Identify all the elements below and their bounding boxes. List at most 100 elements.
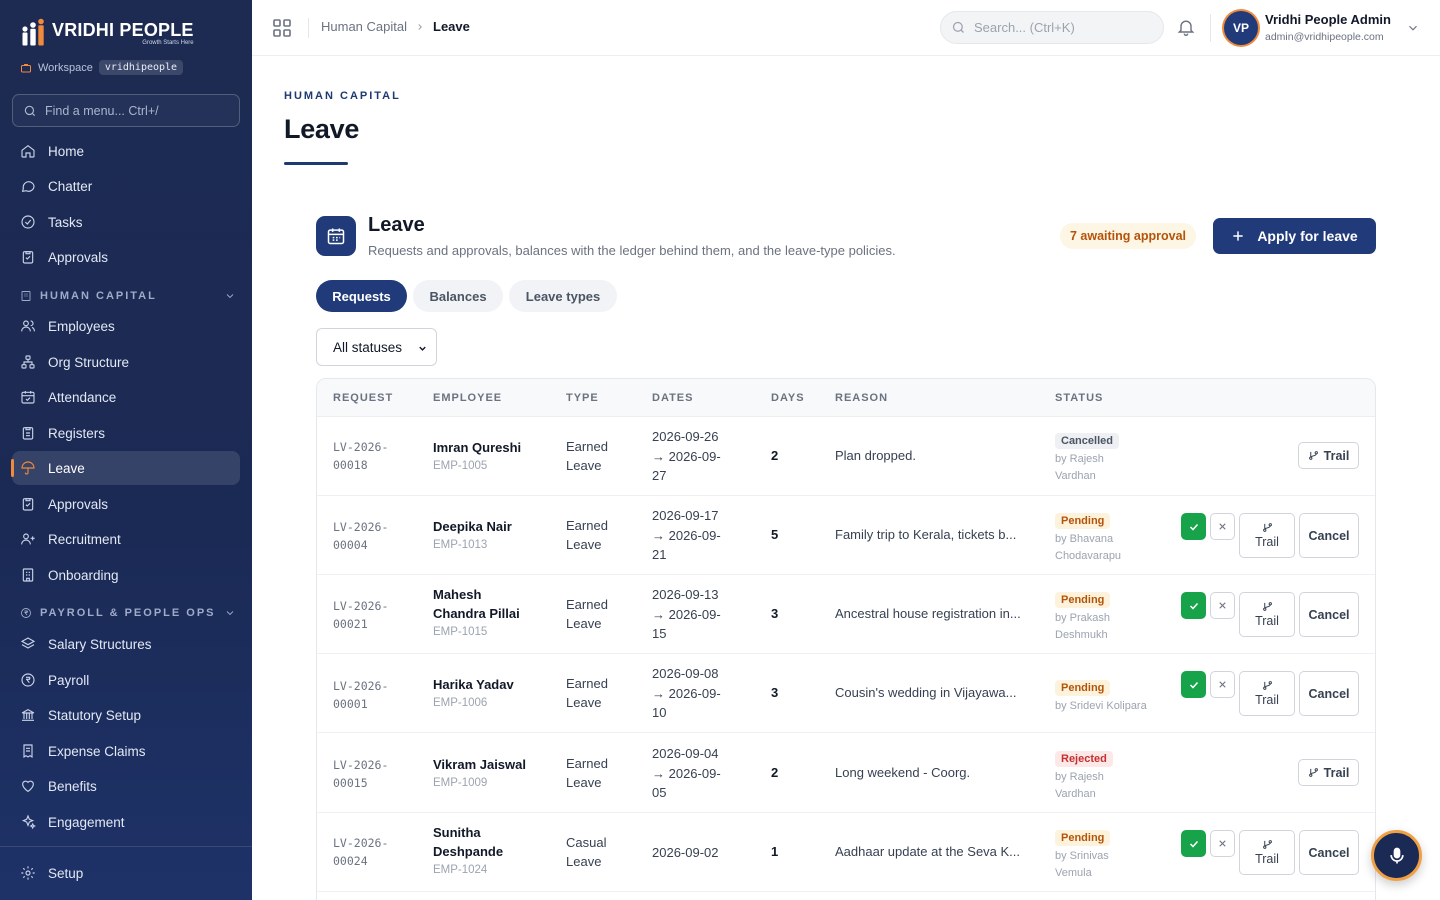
workspace-chip[interactable]: vridhipeople [98,60,184,75]
reject-button[interactable] [1210,830,1235,857]
trail-button[interactable]: Trail [1298,759,1359,786]
sidebar-item-employees[interactable]: Employees [12,309,240,343]
approve-button[interactable] [1181,592,1206,619]
sidebar-item-approvals[interactable]: Approvals [12,240,240,274]
sidebar-item-tasks[interactable]: Tasks [12,205,240,239]
col-employee: EMPLOYEE [433,392,503,404]
trail-button[interactable]: Trail [1239,592,1295,637]
sidebar-item-home[interactable]: Home [12,134,240,168]
avatar[interactable]: VP [1224,11,1258,45]
status-cell: Cancelled by Rajesh Vardhan [1055,431,1165,485]
section-payroll[interactable]: PAYROLL & PEOPLE OPS [20,607,236,619]
sidebar-item-attendance[interactable]: Attendance [12,380,240,414]
table-row[interactable]: LV-2026- 00018 Imran Qureshi EMP-1005 Earn… [317,417,1375,496]
request-id-part: LV-2026- [333,836,389,850]
tab-balances[interactable]: Balances [413,280,503,312]
sidebar-item-org-structure[interactable]: Org Structure [12,345,240,379]
approver: by Rajesh Vardhan [1055,451,1165,485]
sidebar-item-registers[interactable]: Registers [12,416,240,450]
sidebar-item-recruitment[interactable]: Recruitment [12,522,240,556]
trail-button[interactable]: Trail [1239,671,1295,716]
table-row[interactable]: LV-2026- 00024 Sunitha Deshpande EMP-1024 … [317,813,1375,892]
clipboard-icon [22,251,34,264]
approve-button[interactable] [1181,513,1206,540]
reason-text: Plan dropped. [835,448,916,463]
check-icon [1189,523,1198,531]
sidebar-item-leave[interactable]: Leave [11,451,240,485]
sidebar-item-salary-structures[interactable]: Salary Structures [12,627,240,661]
section-label: HUMAN CAPITAL [40,290,157,302]
users-icon [21,320,35,332]
request-id: LV-2026- 00018 [333,438,413,474]
col-request: REQUEST [333,392,394,404]
building-icon [21,291,31,301]
git-branch-icon [1262,602,1272,611]
sidebar-item-onboarding[interactable]: Onboarding [12,558,240,592]
reject-button[interactable] [1210,513,1235,540]
sidebar-item-expense-claims[interactable]: Expense Claims [12,734,240,768]
breadcrumb-human-capital[interactable]: Human Capital [321,19,407,34]
approver-line: Vardhan [1055,788,1096,800]
trail-button[interactable]: Trail [1239,830,1295,875]
approver-line: Vemula [1055,867,1092,879]
close-icon [1219,681,1226,688]
date-line: 2026-09-13 [652,587,719,602]
table-row[interactable]: LV-2026- 00015 Vikram Jaiswal EMP-1009 Ear… [317,734,1375,813]
sidebar-item-engagement[interactable]: Engagement [12,805,240,839]
tab-requests[interactable]: Requests [316,280,407,312]
reject-button[interactable] [1210,592,1235,619]
chevron-right-icon [418,23,422,30]
section-human-capital[interactable]: HUMAN CAPITAL [20,290,236,302]
request-id-part: 00024 [333,854,368,868]
sidebar-item-setup[interactable]: Setup [12,856,240,890]
sidebar-item-approvals-hc[interactable]: Approvals [12,487,240,521]
apps-grid-icon[interactable] [272,18,292,38]
cancel-button[interactable]: Cancel [1299,513,1359,558]
chevron-down-icon[interactable] [1406,21,1420,35]
date-line: 2026-09-17 [652,508,719,523]
cancel-button[interactable]: Cancel [1299,671,1359,716]
employee-name: Harika Yadav [433,677,514,692]
tab-leave-types[interactable]: Leave types [509,280,617,312]
sidebar-item-benefits[interactable]: Benefits [12,769,240,803]
status-cell: Pending by Sridevi Kolipara [1055,678,1165,715]
days-count: 3 [771,685,779,700]
reject-button[interactable] [1210,671,1235,698]
table-row[interactable]: LV-2026- 00004 Deepika Nair EMP-1013 Earne… [317,496,1375,575]
brand-tagline: Growth Starts Here [142,39,194,46]
leave-type-line: Leave [566,458,602,473]
approve-button[interactable] [1181,671,1206,698]
trail-button[interactable]: Trail [1298,442,1359,469]
request-id: LV-2026- 00024 [333,834,413,870]
leave-type: Earned Leave [566,437,636,475]
voice-assistant-button[interactable] [1371,830,1422,881]
landmark-icon [21,709,35,721]
leave-type: Earned Leave [566,674,636,712]
apply-for-leave-button[interactable]: Apply for leave [1213,218,1376,254]
days-count: 5 [771,527,779,542]
request-id: LV-2026- 00001 [333,677,413,713]
cancel-button[interactable]: Cancel [1299,830,1359,875]
sidebar-item-label: Payroll [48,672,90,688]
sidebar-item-chatter[interactable]: Chatter [12,169,240,203]
user-name[interactable]: Vridhi People Admin [1265,12,1391,27]
trail-button[interactable]: Trail [1239,513,1295,558]
cancel-button[interactable]: Cancel [1299,592,1359,637]
chevron-down-icon [226,294,234,299]
sidebar-item-payroll[interactable]: Payroll [12,663,240,697]
menu-search-input[interactable]: Find a menu... Ctrl+/ [12,94,240,127]
brand-logo[interactable]: VRIDHI PEOPLE Growth Starts Here [20,18,194,48]
status-filter-select[interactable]: All statuses [316,328,437,366]
reason-text: Long weekend - Coorg. [835,765,971,780]
request-id: LV-2026- 00004 [333,518,413,554]
sidebar-item-label: Registers [48,425,106,441]
sidebar-item-statutory-setup[interactable]: Statutory Setup [12,698,240,732]
table-row[interactable]: LV-2026- 00001 Harika Yadav EMP-1006 Earne… [317,654,1375,733]
approve-button[interactable] [1181,830,1206,857]
global-search-input[interactable]: Search... (Ctrl+K) [940,11,1164,44]
approver-line: by Srinivas [1055,850,1109,862]
date-line: → 2026-09- [652,448,721,464]
close-icon [1219,602,1226,609]
table-row[interactable]: LV-2026- 00021 Mahesh Chandra Pillai EMP-1… [317,575,1375,654]
bell-icon[interactable] [1176,17,1196,37]
